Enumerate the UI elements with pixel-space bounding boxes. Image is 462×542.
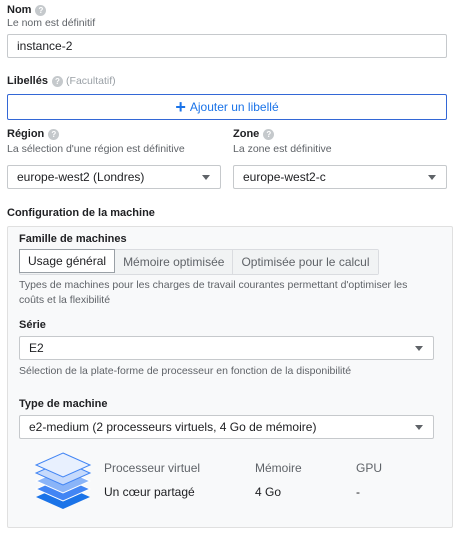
series-hint: Sélection de la plate-forme de processeu…: [19, 365, 352, 377]
region-select-value: europe-west2 (Londres): [17, 170, 145, 184]
machine-config-title: Configuration de la machine: [7, 207, 155, 219]
dropdown-arrow-icon: [428, 175, 436, 180]
tab-usage-general[interactable]: Usage général: [19, 249, 116, 273]
summary-value-vcpu: Un cœur partagé: [104, 485, 195, 499]
add-label-text: Ajouter un libellé: [189, 100, 279, 114]
machine-type-label: Type de machine: [19, 398, 108, 410]
machine-type-select[interactable]: e2-medium (2 processeurs virtuels, 4 Go …: [19, 415, 434, 439]
tab-optimisee-calcul[interactable]: Optimisée pour le calcul: [233, 250, 378, 274]
dropdown-arrow-icon: [415, 346, 423, 351]
zone-label: Zone?: [233, 128, 275, 140]
zone-select[interactable]: europe-west2-c: [233, 165, 447, 189]
machine-family-description: Types de machines pour les charges de tr…: [19, 279, 408, 306]
name-input[interactable]: instance-2: [7, 34, 447, 58]
summary-header-vcpu: Processeur virtuel: [104, 461, 201, 475]
help-icon[interactable]: ?: [48, 128, 60, 140]
layers-icon: [34, 452, 92, 509]
plus-icon: +: [175, 97, 186, 117]
region-select[interactable]: europe-west2 (Londres): [7, 165, 221, 189]
region-label: Région?: [7, 128, 60, 140]
series-label: Série: [19, 319, 46, 331]
name-input-value: instance-2: [17, 39, 73, 53]
summary-value-memory: 4 Go: [255, 485, 282, 499]
add-label-button[interactable]: + Ajouter un libellé: [7, 94, 447, 120]
machine-type-select-value: e2-medium (2 processeurs virtuels, 4 Go …: [29, 420, 317, 434]
zone-select-value: europe-west2-c: [243, 170, 326, 184]
dropdown-arrow-icon: [415, 425, 423, 430]
series-select-value: E2: [29, 341, 44, 355]
labels-label: Libellés? (Facultatif): [7, 75, 116, 87]
series-select[interactable]: E2: [19, 336, 434, 360]
summary-header-memory: Mémoire: [255, 461, 302, 475]
name-hint: Le nom est définitif: [7, 17, 96, 29]
dropdown-arrow-icon: [202, 175, 210, 180]
tab-memoire-optimisee[interactable]: Mémoire optimisée: [115, 250, 234, 274]
help-icon[interactable]: ?: [51, 75, 63, 87]
summary-header-gpu: GPU: [356, 461, 383, 475]
summary-value-gpu: -: [356, 485, 360, 499]
zone-hint: La zone est définitive: [233, 143, 332, 155]
labels-optional: (Facultatif): [66, 75, 116, 87]
help-icon[interactable]: ?: [35, 4, 47, 16]
help-icon[interactable]: ?: [263, 128, 275, 140]
name-label: Nom?: [7, 4, 47, 16]
region-hint: La sélection d'une région est définitive: [7, 143, 185, 155]
machine-family-tabs: Usage général Mémoire optimisée Optimisé…: [19, 249, 379, 275]
machine-family-label: Famille de machines: [19, 233, 127, 245]
